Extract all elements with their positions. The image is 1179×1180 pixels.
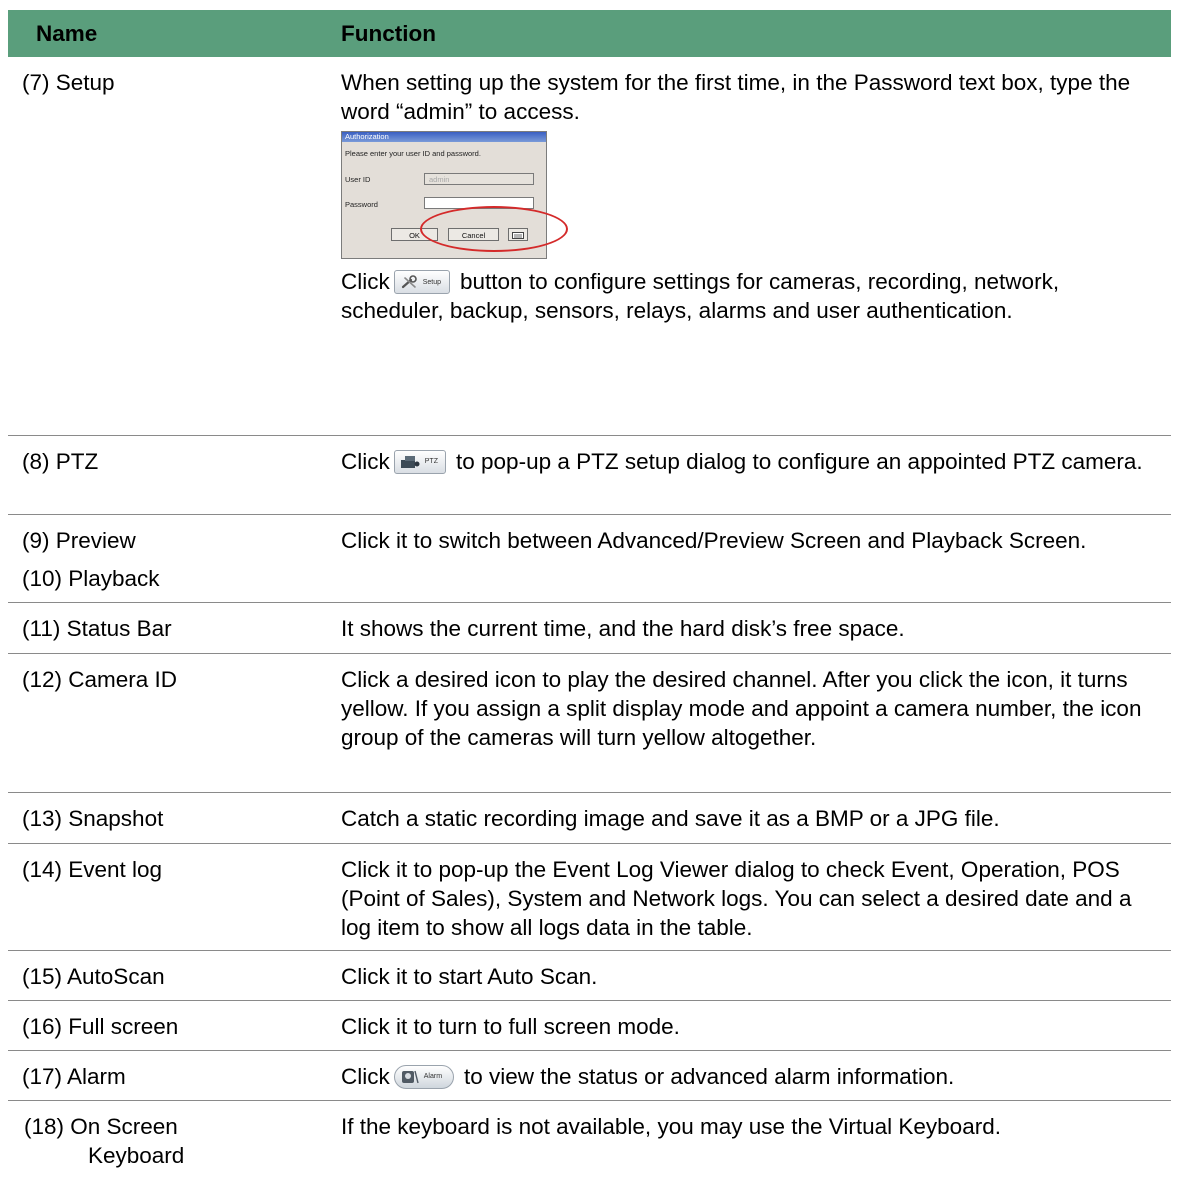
setup-intro-text: When setting up the system for the first… [341,70,1131,124]
row-name: (12) Camera ID [8,653,316,793]
row-name: (15) AutoScan [8,950,316,1001]
row-function: Click it to switch between Advanced/Prev… [316,514,1171,603]
row-function: Click Alarm to view the status or advance… [316,1050,1171,1101]
row-function: Click a desired icon to play the desired… [316,653,1171,793]
alarm-icon [401,1070,419,1083]
row-name: (9) Preview (10) Playback [8,514,316,603]
setup-description: Click Setup button to configure settings … [341,269,1060,323]
row-function: Click it to turn to full screen mode. [316,1000,1171,1051]
setup-button[interactable]: Setup [393,270,450,294]
table-row: (7) Setup When setting up the system for… [8,57,1171,436]
ptz-button-label: PTZ [424,457,438,465]
table-header-row: Name Function [8,10,1171,57]
row-function: Click PTZ to pop-up a PTZ setup dialog to… [316,435,1171,515]
row-function: When setting up the system for the first… [316,57,1171,436]
authorization-dialog: Authorization Please enter your user ID … [341,131,568,259]
row-name: (14) Event log [8,843,316,951]
user-id-label: User ID [345,175,371,184]
row-name: (11) Status Bar [8,602,316,654]
table-row: (16) Full screen Click it to turn to ful… [8,1000,1171,1051]
setup-button-label: Setup [422,279,442,286]
table-row: (8) PTZ Click PTZ to pop-up a PTZ setup d… [8,435,1171,515]
row-name: (13) Snapshot [8,792,316,844]
table-row: (9) Preview (10) Playback Click it to sw… [8,514,1171,603]
alarm-button-label: Alarm [423,1072,443,1080]
row-function: Click it to pop-up the Event Log Viewer … [316,843,1171,951]
table-row: (12) Camera ID Click a desired icon to p… [8,653,1171,793]
alarm-button[interactable]: Alarm [393,1064,454,1089]
row-name: (8) PTZ [8,435,316,515]
tools-icon [401,275,417,289]
manual-page: Name Function (7) Setup When setting up … [0,0,1179,1168]
row-function: Click it to start Auto Scan. [316,950,1171,1001]
user-id-field[interactable]: admin [424,173,534,185]
row-name: (18) On Screen Keyboard [24,1113,185,1168]
ptz-button[interactable]: PTZ [393,449,446,474]
header-function: Function [316,10,1171,57]
password-label: Password [345,200,378,209]
function-table: Name Function (7) Setup When setting up … [8,10,1171,1180]
table-row: (15) AutoScan Click it to start Auto Sca… [8,950,1171,1001]
table-row: (14) Event log Click it to pop-up the Ev… [8,843,1171,951]
row-name: (16) Full screen [8,1000,316,1051]
password-highlight-ellipse [420,206,568,252]
row-function: It shows the current time, and the hard … [316,602,1171,654]
dialog-title: Authorization [342,132,546,142]
header-name: Name [8,10,316,57]
ptz-camera-icon [400,455,420,468]
row-name: (17) Alarm [8,1050,316,1101]
table-row: (17) Alarm Click Alarm to view the status… [8,1050,1171,1101]
table-row: (18) On Screen Keyboard If the keyboard … [8,1100,1171,1180]
dialog-prompt: Please enter your user ID and password. [345,149,481,158]
table-row: (13) Snapshot Catch a static recording i… [8,792,1171,844]
table-row: (11) Status Bar It shows the current tim… [8,602,1171,654]
row-function: If the keyboard is not available, you ma… [341,1113,1001,1139]
row-function: Catch a static recording image and save … [316,792,1171,844]
row-name: (7) Setup [8,57,316,436]
